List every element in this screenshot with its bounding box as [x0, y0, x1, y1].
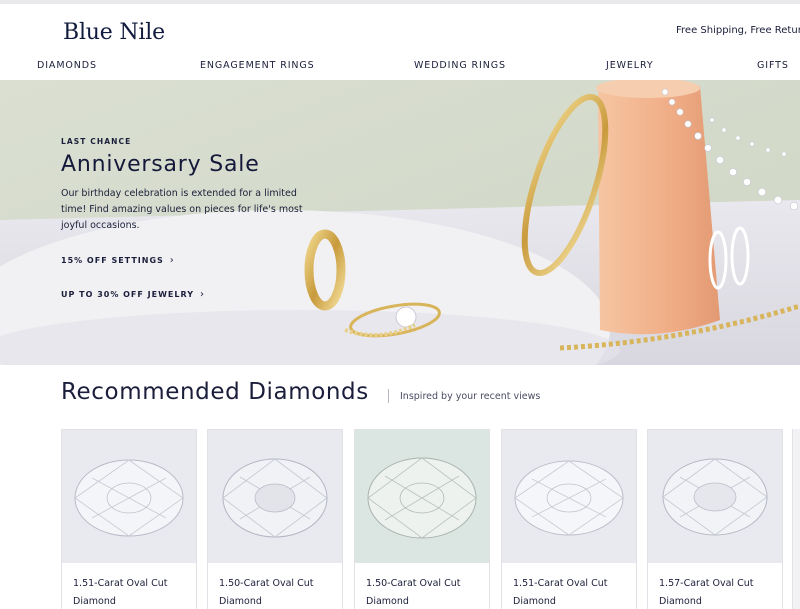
oval-diamond-icon: [74, 459, 184, 537]
hero-description: Our birthday celebration is extended for…: [61, 188, 303, 231]
product-card[interactable]: 1.50-Carat Oval Cut Diamond: [354, 429, 490, 609]
next-product-card-peek[interactable]: [792, 429, 800, 609]
site-header: Blue Nile Free Shipping, Free Returns: [0, 4, 800, 56]
title-divider: [388, 389, 389, 403]
hero-eyebrow: LAST CHANCE: [61, 137, 132, 146]
hero-title: Anniversary Sale: [61, 152, 260, 177]
product-type: Diamond: [219, 596, 262, 607]
product-name: 1.50-Carat Oval Cut Diamond: [219, 575, 337, 609]
product-card[interactable]: 1.50-Carat Oval Cut Diamond: [207, 429, 343, 609]
main-nav: DIAMONDS ENGAGEMENT RINGS WEDDING RINGS …: [0, 58, 800, 80]
product-card[interactable]: 1.51-Carat Oval Cut Diamond: [501, 429, 637, 609]
product-type: Diamond: [659, 596, 702, 607]
product-title: 1.57-Carat Oval Cut: [659, 578, 754, 589]
product-title: 1.51-Carat Oval Cut: [73, 578, 168, 589]
product-title: 1.50-Carat Oval Cut: [219, 578, 314, 589]
nav-item-engagement-rings[interactable]: ENGAGEMENT RINGS: [200, 60, 315, 71]
nav-item-jewelry[interactable]: JEWELRY: [606, 60, 654, 71]
diamond-image: [502, 430, 636, 563]
shipping-promo[interactable]: Free Shipping, Free Returns: [676, 25, 800, 36]
product-type: Diamond: [366, 596, 409, 607]
diamond-image: [648, 430, 782, 563]
jewelry-offer-link[interactable]: UP TO 30% OFF JEWELRY ›: [61, 289, 205, 300]
product-title: 1.51-Carat Oval Cut: [513, 578, 608, 589]
chevron-right-icon: ›: [169, 255, 175, 266]
blue-nile-logo[interactable]: Blue Nile: [63, 20, 165, 45]
hero-banner[interactable]: LAST CHANCE Anniversary Sale Our birthda…: [0, 80, 800, 365]
chevron-right-icon: ›: [199, 289, 205, 300]
recommended-title: Recommended Diamonds: [61, 379, 369, 405]
oval-diamond-icon: [662, 458, 768, 536]
product-type: Diamond: [513, 596, 556, 607]
product-name: 1.57-Carat Oval Cut Diamond: [659, 575, 777, 609]
diamond-image: [208, 430, 342, 563]
settings-offer-link[interactable]: 15% OFF SETTINGS ›: [61, 255, 175, 266]
settings-offer-label: 15% OFF SETTINGS: [61, 256, 164, 265]
product-name: 1.50-Carat Oval Cut Diamond: [366, 575, 484, 609]
product-card[interactable]: 1.57-Carat Oval Cut Diamond: [647, 429, 783, 609]
product-title: 1.50-Carat Oval Cut: [366, 578, 461, 589]
nav-item-gifts[interactable]: GIFTS: [757, 60, 789, 71]
product-name: 1.51-Carat Oval Cut Diamond: [73, 575, 191, 609]
recommended-subtitle: Inspired by your recent views: [400, 391, 541, 402]
oval-diamond-icon: [514, 460, 624, 536]
oval-diamond-icon: [222, 458, 328, 538]
product-name: 1.51-Carat Oval Cut Diamond: [513, 575, 631, 609]
product-type: Diamond: [73, 596, 116, 607]
diamond-image: [62, 430, 196, 563]
jewelry-offer-label: UP TO 30% OFF JEWELRY: [61, 290, 194, 299]
product-card[interactable]: 1.51-Carat Oval Cut Diamond: [61, 429, 197, 609]
hero-copy: LAST CHANCE Anniversary Sale Our birthda…: [61, 137, 321, 234]
oval-diamond-icon: [367, 457, 477, 539]
nav-item-diamonds[interactable]: DIAMONDS: [37, 60, 97, 71]
nav-item-wedding-rings[interactable]: WEDDING RINGS: [414, 60, 506, 71]
diamond-image: [355, 430, 489, 563]
